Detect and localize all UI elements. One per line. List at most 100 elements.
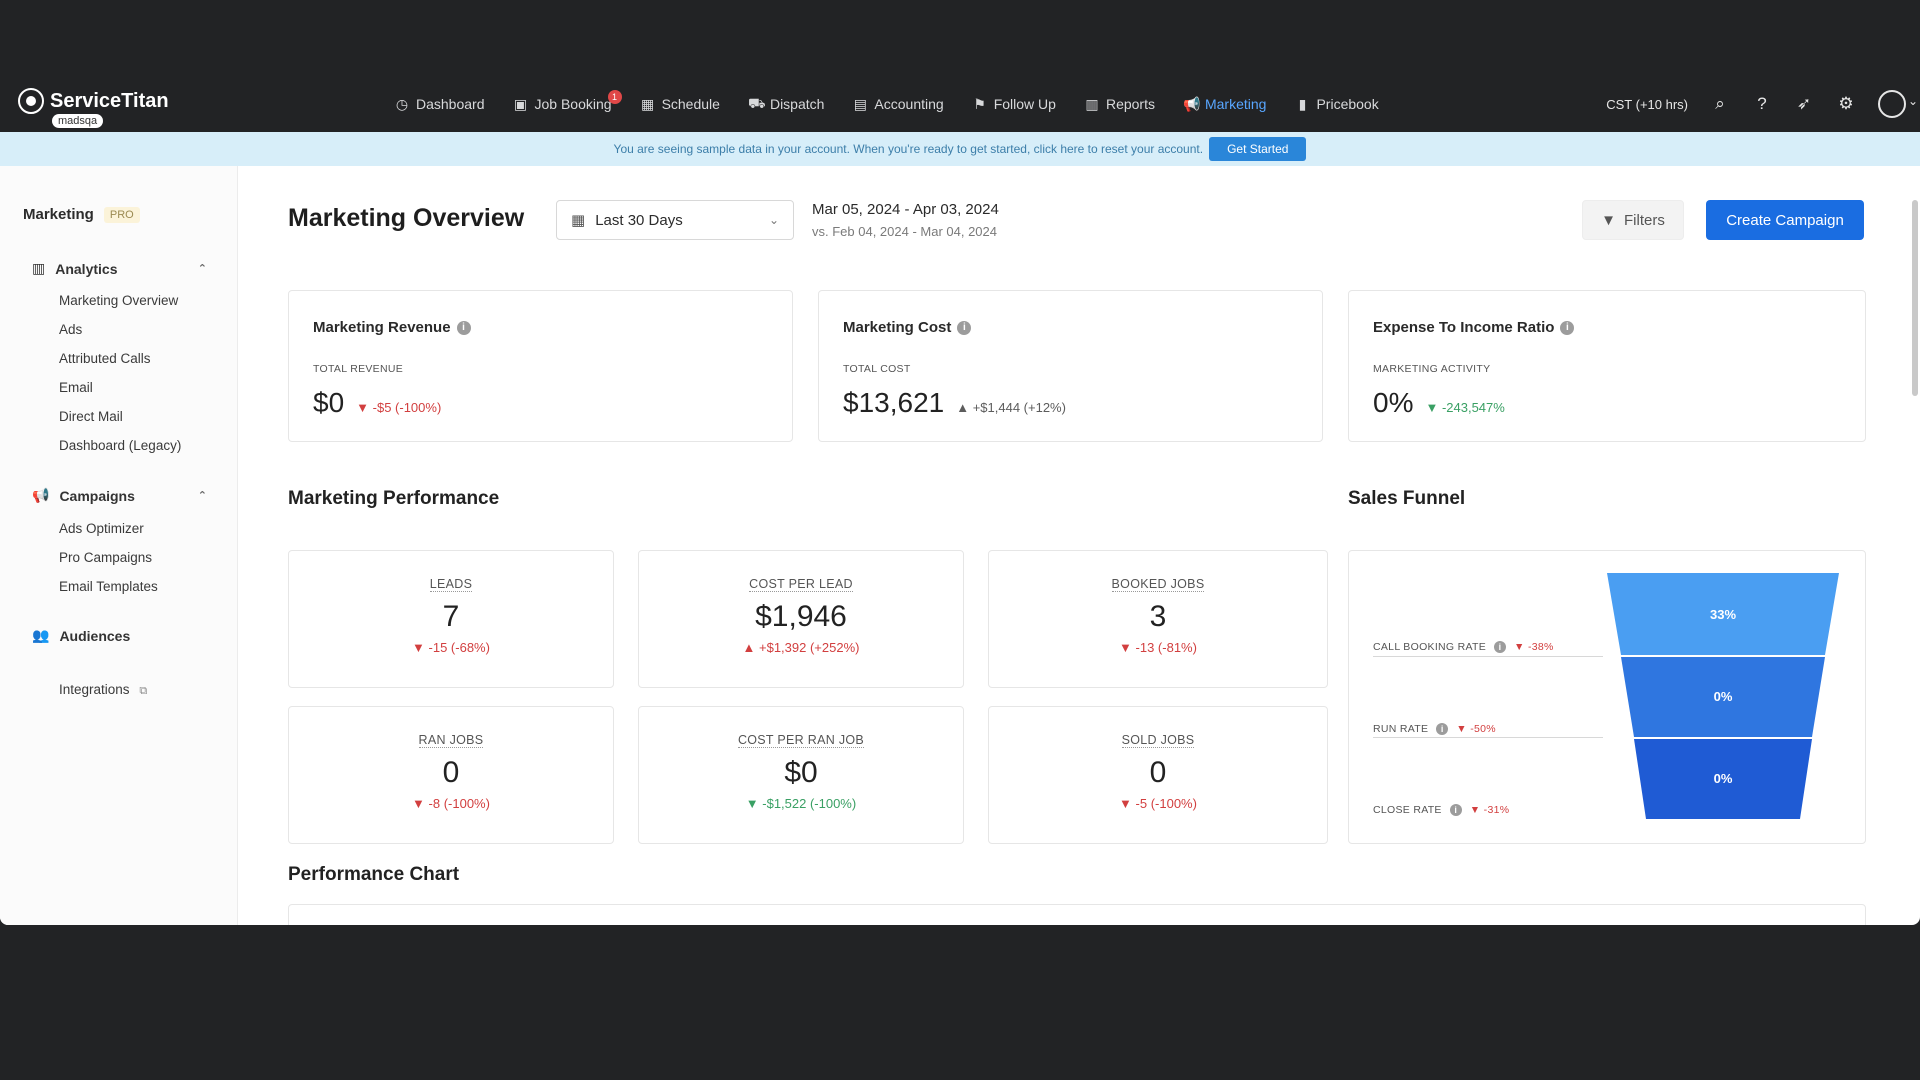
gear-icon[interactable]: ⚙ xyxy=(1836,94,1856,114)
nav-label: Marketing xyxy=(1204,96,1267,112)
perf-delta: ▼ -$1,522 (-100%) xyxy=(745,796,857,811)
kpi-card-marketing-cost: Marketing Cost i TOTAL COST $13,621 ▲ +$… xyxy=(818,290,1323,442)
sidebar-item-email-templates[interactable]: Email Templates xyxy=(59,579,158,594)
book-icon: ▮ xyxy=(1298,95,1307,112)
user-avatar-icon[interactable] xyxy=(1878,90,1918,118)
sidebar-group-analytics[interactable]: ▥ Analytics ⌃ xyxy=(32,260,207,277)
info-icon[interactable]: i xyxy=(1560,320,1575,335)
megaphone-icon: 📢 xyxy=(32,487,50,503)
comparison-range: vs. Feb 04, 2024 - Mar 04, 2024 xyxy=(812,224,997,239)
perf-label[interactable]: BOOKED JOBS xyxy=(1111,577,1205,592)
sidebar-item-email[interactable]: Email xyxy=(59,380,93,395)
kpi-title: Marketing Revenue i xyxy=(313,319,471,336)
kpi-subtitle: MARKETING ACTIVITY xyxy=(1373,363,1491,375)
nav-dashboard[interactable]: ◷ Dashboard xyxy=(394,96,485,113)
group-label: Analytics xyxy=(55,260,118,277)
perf-label[interactable]: COST PER RAN JOB xyxy=(737,733,865,748)
truck-icon: ⛟ xyxy=(747,94,766,111)
get-started-button[interactable]: Get Started xyxy=(1209,137,1307,161)
kpi-value: 0% ▼ -243,547% xyxy=(1373,387,1505,419)
perf-value: $0 xyxy=(784,756,818,789)
nav-accounting[interactable]: ▤ Accounting xyxy=(852,96,944,113)
info-icon[interactable]: i xyxy=(456,320,471,335)
sidebar-item-marketing-overview[interactable]: Marketing Overview xyxy=(59,293,178,308)
sidebar-item-ads-optimizer[interactable]: Ads Optimizer xyxy=(59,521,144,536)
funnel-value-1: 33% xyxy=(1710,607,1736,622)
kpi-title-text: Marketing Revenue xyxy=(313,319,451,336)
sidebar-item-attributed-calls[interactable]: Attributed Calls xyxy=(59,351,151,366)
kpi-subtitle: TOTAL COST xyxy=(843,363,911,375)
nav-follow-up[interactable]: ⚑ Follow Up xyxy=(972,96,1056,113)
perf-delta: ▼ -8 (-100%) xyxy=(412,796,490,811)
kpi-value: $13,621 ▲ +$1,444 (+12%) xyxy=(843,387,1066,419)
current-range: Mar 05, 2024 - Apr 03, 2024 xyxy=(812,201,999,218)
marketing-performance-title: Marketing Performance xyxy=(288,488,500,509)
sidebar-title-text: Marketing xyxy=(23,206,94,223)
nav-job-booking[interactable]: ▣ Job Booking 1 xyxy=(513,89,622,113)
chart-icon: ▥ xyxy=(1085,95,1099,112)
perf-delta: ▲ +$1,392 (+252%) xyxy=(742,640,860,655)
kpi-title: Expense To Income Ratio i xyxy=(1373,319,1575,336)
sample-data-banner: You are seeing sample data in your accou… xyxy=(0,132,1920,166)
megaphone-icon: 📢 xyxy=(1182,95,1201,112)
main-content: Marketing Overview ▦ Last 30 Days ⌄ Mar … xyxy=(238,166,1920,925)
dashboard-icon: ◷ xyxy=(395,95,409,112)
nav-reports[interactable]: ▥ Reports xyxy=(1084,96,1155,113)
kpi-title-text: Expense To Income Ratio xyxy=(1373,319,1555,336)
kpi-title: Marketing Cost i xyxy=(843,319,972,336)
nav-label: Job Booking xyxy=(534,96,612,112)
kpi-subtitle: TOTAL REVENUE xyxy=(313,363,404,375)
nav-pricebook[interactable]: ▮ Pricebook xyxy=(1294,95,1379,113)
create-campaign-button[interactable]: Create Campaign xyxy=(1706,200,1864,240)
help-icon[interactable]: ? xyxy=(1752,94,1772,114)
sidebar-item-pro-campaigns[interactable]: Pro Campaigns xyxy=(59,550,152,565)
sales-funnel-card: CALL BOOKING RATE i ▼ -38% RUN RATE i ▼ … xyxy=(1348,550,1866,844)
sidebar-item-direct-mail[interactable]: Direct Mail xyxy=(59,409,123,424)
kpi-value-text: 0% xyxy=(1373,387,1414,418)
perf-delta: ▼ -13 (-81%) xyxy=(1119,640,1197,655)
sidebar-group-campaigns[interactable]: 📢 Campaigns ⌃ xyxy=(32,487,207,504)
kpi-delta: ▼ -$5 (-100%) xyxy=(356,400,442,415)
perf-card-cost-per-lead: COST PER LEAD $1,946 ▲ +$1,392 (+252%) xyxy=(638,550,964,688)
analytics-icon: ▥ xyxy=(32,260,46,276)
sidebar-item-ads[interactable]: Ads xyxy=(59,322,82,337)
filters-button[interactable]: ▼ Filters xyxy=(1582,200,1684,240)
nav-marketing[interactable]: 📢 Marketing xyxy=(1183,96,1266,113)
funnel-value-3: 0% xyxy=(1714,771,1733,786)
kpi-card-expense-income-ratio: Expense To Income Ratio i MARKETING ACTI… xyxy=(1348,290,1866,442)
servicetitan-logo[interactable]: ServiceTitan xyxy=(18,88,169,114)
pro-badge: PRO xyxy=(103,206,140,223)
nav-schedule[interactable]: ▦ Schedule xyxy=(640,96,720,113)
integrations-label: Integrations xyxy=(59,682,130,697)
nav-dispatch[interactable]: ⛟ Dispatch xyxy=(748,95,824,114)
perf-delta: ▼ -15 (-68%) xyxy=(412,640,490,655)
perf-label[interactable]: LEADS xyxy=(429,577,473,592)
perf-value: 3 xyxy=(1149,600,1167,633)
date-range-select[interactable]: ▦ Last 30 Days ⌄ xyxy=(556,200,794,240)
content-panel: You are seeing sample data in your accou… xyxy=(0,132,1920,925)
vertical-scrollbar[interactable] xyxy=(1912,200,1918,396)
sidebar-group-audiences[interactable]: 👥 Audiences xyxy=(32,627,207,644)
search-icon[interactable]: ⌕ xyxy=(1710,94,1730,114)
brand-name: ServiceTitan xyxy=(50,89,169,112)
sidebar-item-integrations[interactable]: Integrations ⧉ xyxy=(59,682,147,698)
info-icon[interactable]: i xyxy=(957,320,972,335)
sidebar: Marketing PRO ▥ Analytics ⌃ Marketing Ov… xyxy=(0,166,238,925)
calendar-icon: ▦ xyxy=(640,95,655,112)
nav-label: Follow Up xyxy=(993,96,1056,112)
banner-text[interactable]: You are seeing sample data in your accou… xyxy=(614,142,1204,156)
perf-label[interactable]: RAN JOBS xyxy=(418,733,484,748)
perf-label[interactable]: SOLD JOBS xyxy=(1121,733,1195,748)
timezone-label[interactable]: CST (+10 hrs) xyxy=(1606,97,1688,112)
kpi-value: $0 ▼ -$5 (-100%) xyxy=(313,387,441,419)
performance-chart-container xyxy=(288,904,1866,925)
group-label: Audiences xyxy=(59,627,131,644)
kpi-title-text: Marketing Cost xyxy=(843,319,952,336)
sidebar-item-dashboard-legacy[interactable]: Dashboard (Legacy) xyxy=(59,438,181,453)
rocket-icon[interactable]: ➶ xyxy=(1794,94,1814,114)
perf-label[interactable]: COST PER LEAD xyxy=(749,577,853,592)
perf-card-booked-jobs: BOOKED JOBS 3 ▼ -13 (-81%) xyxy=(988,550,1328,688)
notification-badge: 1 xyxy=(607,89,622,104)
perf-value: $1,946 xyxy=(755,600,847,633)
filters-label: Filters xyxy=(1624,211,1665,229)
